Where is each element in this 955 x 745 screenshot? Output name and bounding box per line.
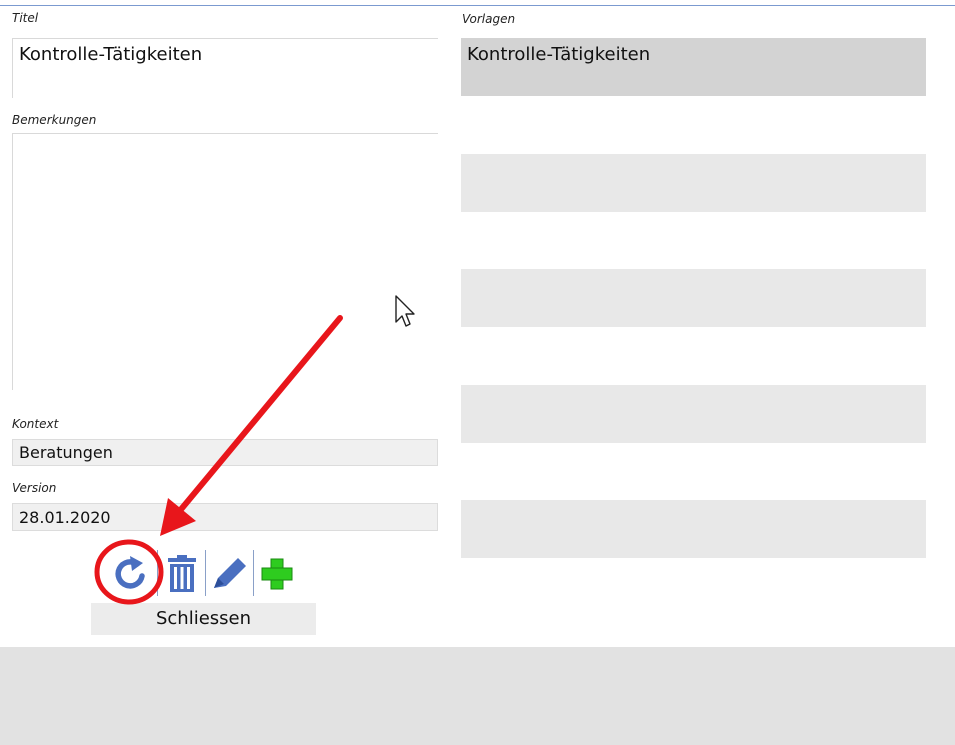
titel-label: Titel xyxy=(12,11,39,25)
close-button[interactable]: Schliessen xyxy=(91,603,316,635)
top-border xyxy=(0,5,955,6)
kontext-field[interactable]: Beratungen xyxy=(12,439,438,466)
toolbar-separator xyxy=(157,550,158,596)
toolbar-separator xyxy=(205,550,206,596)
refresh-icon[interactable] xyxy=(108,552,152,596)
vorlage-item-4[interactable] xyxy=(461,385,926,443)
vorlage-item-5[interactable] xyxy=(461,500,926,558)
trash-icon[interactable] xyxy=(162,552,202,596)
vorlage-item-1[interactable]: Kontrolle-Tätigkeiten xyxy=(461,38,926,96)
vorlage-item-2[interactable] xyxy=(461,154,926,212)
version-label: Version xyxy=(12,481,57,495)
vorlagen-label: Vorlagen xyxy=(462,12,516,26)
kontext-label: Kontext xyxy=(12,417,59,431)
vorlage-item-3[interactable] xyxy=(461,269,926,327)
bemerkungen-label: Bemerkungen xyxy=(12,113,97,127)
toolbar-separator xyxy=(253,550,254,596)
bottom-panel xyxy=(0,647,955,745)
bemerkungen-textarea[interactable] xyxy=(12,133,438,390)
version-field[interactable]: 28.01.2020 xyxy=(12,503,438,531)
edit-pencil-icon[interactable] xyxy=(208,552,250,596)
add-plus-icon[interactable] xyxy=(257,552,297,596)
titel-input[interactable]: Kontrolle-Tätigkeiten xyxy=(12,38,438,98)
